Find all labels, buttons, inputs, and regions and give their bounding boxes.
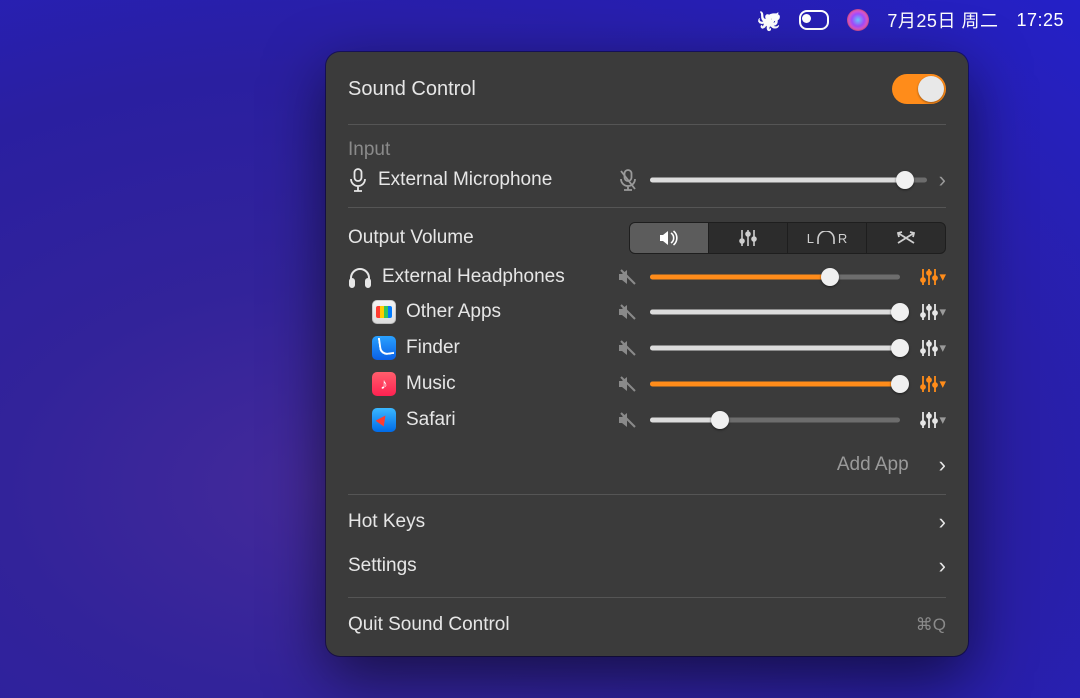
- microphone-icon: [348, 168, 368, 192]
- add-app-chevron-icon[interactable]: ›: [939, 452, 946, 478]
- app-eq-icon[interactable]: [920, 303, 938, 321]
- segment-volume[interactable]: [630, 223, 709, 253]
- app-row: Safari ▾: [348, 402, 946, 438]
- app-volume-slider[interactable]: [650, 374, 900, 394]
- output-mode-segment: L R: [629, 222, 946, 254]
- app-mute-icon[interactable]: [618, 303, 638, 321]
- input-disclosure-icon[interactable]: ›: [939, 167, 946, 193]
- hotkeys-row[interactable]: Hot Keys ›: [348, 495, 946, 549]
- output-device-name: External Headphones: [382, 266, 565, 288]
- output-volume-slider[interactable]: [650, 267, 900, 287]
- master-toggle[interactable]: [892, 74, 946, 104]
- desktop: 🐙 7月25日 周二 17:25 Sound Control Input Ext…: [0, 0, 1080, 698]
- app-eq-caret-icon[interactable]: ▾: [939, 340, 946, 356]
- settings-label: Settings: [348, 555, 417, 577]
- output-eq-caret-icon[interactable]: ▾: [939, 269, 946, 285]
- app-eq-icon[interactable]: [920, 411, 938, 429]
- input-section-label: Input: [348, 125, 946, 161]
- chevron-right-icon: ›: [939, 553, 946, 579]
- finder-app-icon: [372, 336, 396, 360]
- app-name: Music: [406, 373, 456, 395]
- app-eq-icon[interactable]: [920, 339, 938, 357]
- app-name: Finder: [406, 337, 460, 359]
- settings-row[interactable]: Settings ›: [348, 549, 946, 597]
- app-mute-icon[interactable]: [618, 339, 638, 357]
- app-mute-icon[interactable]: [618, 411, 638, 429]
- input-volume-slider[interactable]: [650, 170, 927, 190]
- output-mute-icon[interactable]: [618, 268, 638, 286]
- app-eq-icon[interactable]: [920, 375, 938, 393]
- output-section-label: Output Volume: [348, 227, 474, 249]
- mic-mute-icon[interactable]: [618, 169, 638, 191]
- app-name: Safari: [406, 409, 456, 431]
- segment-balance[interactable]: L R: [788, 223, 867, 253]
- headphones-icon: [348, 266, 372, 288]
- app-eq-caret-icon[interactable]: ▾: [939, 412, 946, 428]
- chevron-right-icon: ›: [939, 509, 946, 535]
- hotkeys-label: Hot Keys: [348, 511, 425, 533]
- app-volume-slider[interactable]: [650, 410, 900, 430]
- sound-control-panel: Sound Control Input External Microphone: [326, 52, 968, 656]
- quit-shortcut: ⌘Q: [916, 615, 946, 635]
- balance-r-label: R: [838, 231, 847, 246]
- app-mute-icon[interactable]: [618, 375, 638, 393]
- quit-row[interactable]: Quit Sound Control ⌘Q: [348, 598, 946, 656]
- music-app-icon: [372, 372, 396, 396]
- other-app-icon: [372, 300, 396, 324]
- app-volume-slider[interactable]: [650, 302, 900, 322]
- output-app-list: Other Apps ▾ Finder ▾ Music ▾ Safari ▾: [348, 294, 946, 442]
- app-row: Music ▾: [348, 366, 946, 402]
- add-app-button[interactable]: Add App: [837, 454, 909, 476]
- menubar-time[interactable]: 17:25: [1016, 10, 1064, 31]
- siri-icon[interactable]: [847, 9, 869, 31]
- menubar-date[interactable]: 7月25日 周二: [887, 7, 998, 33]
- octopus-menu-icon[interactable]: 🐙: [757, 8, 782, 33]
- input-device-name: External Microphone: [378, 169, 552, 191]
- app-name: Other Apps: [406, 301, 501, 323]
- app-row: Other Apps ▾: [348, 294, 946, 330]
- panel-title: Sound Control: [348, 78, 476, 101]
- quit-label: Quit Sound Control: [348, 614, 510, 636]
- safari-app-icon: [372, 408, 396, 432]
- app-row: Finder ▾: [348, 330, 946, 366]
- app-eq-caret-icon[interactable]: ▾: [939, 376, 946, 392]
- control-center-icon[interactable]: [799, 10, 829, 30]
- menubar: 🐙 7月25日 周二 17:25: [741, 0, 1080, 40]
- segment-eq[interactable]: [709, 223, 788, 253]
- app-volume-slider[interactable]: [650, 338, 900, 358]
- output-eq-icon[interactable]: [920, 268, 938, 286]
- balance-l-label: L: [807, 231, 814, 246]
- segment-routing[interactable]: [867, 223, 945, 253]
- app-eq-caret-icon[interactable]: ▾: [939, 304, 946, 320]
